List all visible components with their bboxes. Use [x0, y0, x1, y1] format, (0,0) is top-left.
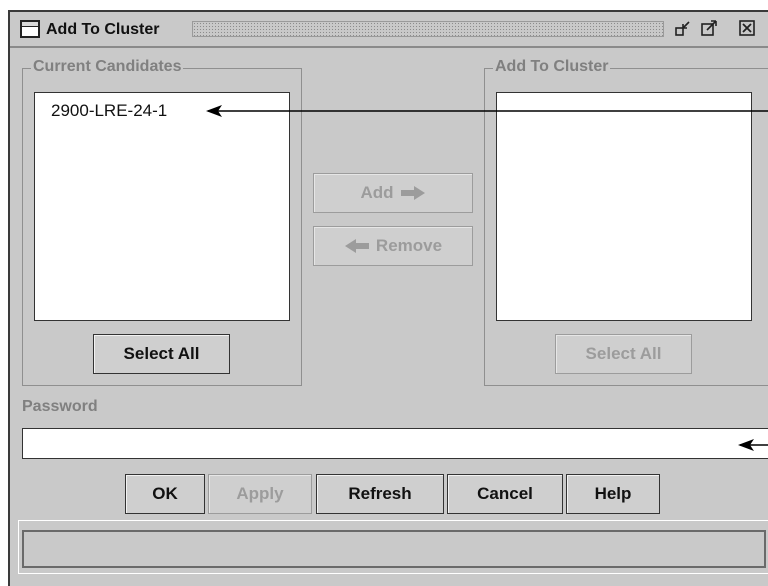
cluster-select-all-label: Select All	[585, 344, 662, 363]
title-bar-drag-area[interactable]	[192, 21, 664, 37]
candidates-select-all-button[interactable]: Select All	[93, 334, 230, 374]
remove-button[interactable]: Remove	[313, 226, 473, 266]
minimize-icon[interactable]	[674, 19, 692, 37]
candidate-item[interactable]: 2900-LRE-24-1	[51, 101, 167, 121]
cancel-button-label: Cancel	[477, 484, 533, 503]
help-button[interactable]: Help	[566, 474, 660, 514]
candidates-list[interactable]: 2900-LRE-24-1	[34, 92, 290, 321]
apply-button-label: Apply	[236, 484, 284, 503]
add-button[interactable]: Add	[313, 173, 473, 213]
help-button-label: Help	[594, 484, 632, 503]
arrow-left-icon	[344, 239, 369, 253]
password-input[interactable]	[22, 428, 768, 459]
add-to-cluster-label: Add To Cluster	[493, 58, 611, 76]
add-button-label: Add	[360, 183, 394, 202]
ok-button-label: OK	[152, 484, 178, 503]
password-label: Password	[22, 398, 98, 415]
candidates-select-all-label: Select All	[123, 344, 200, 363]
maximize-icon[interactable]	[700, 19, 718, 37]
close-icon[interactable]	[738, 19, 756, 37]
cluster-list[interactable]	[496, 92, 752, 321]
current-candidates-label: Current Candidates	[31, 58, 184, 76]
callout-arrow-candidate	[206, 105, 768, 117]
window-title: Add To Cluster	[46, 21, 160, 38]
refresh-button[interactable]: Refresh	[316, 474, 444, 514]
status-bar	[22, 530, 766, 568]
apply-button[interactable]: Apply	[208, 474, 312, 514]
remove-button-label: Remove	[375, 236, 443, 255]
refresh-button-label: Refresh	[348, 484, 412, 503]
cancel-button[interactable]: Cancel	[447, 474, 563, 514]
cluster-select-all-button[interactable]: Select All	[555, 334, 692, 374]
window-icon	[20, 20, 40, 38]
arrow-right-icon	[400, 186, 425, 200]
title-bar[interactable]: Add To Cluster	[10, 12, 768, 48]
ok-button[interactable]: OK	[125, 474, 205, 514]
callout-arrow-password	[738, 439, 768, 451]
